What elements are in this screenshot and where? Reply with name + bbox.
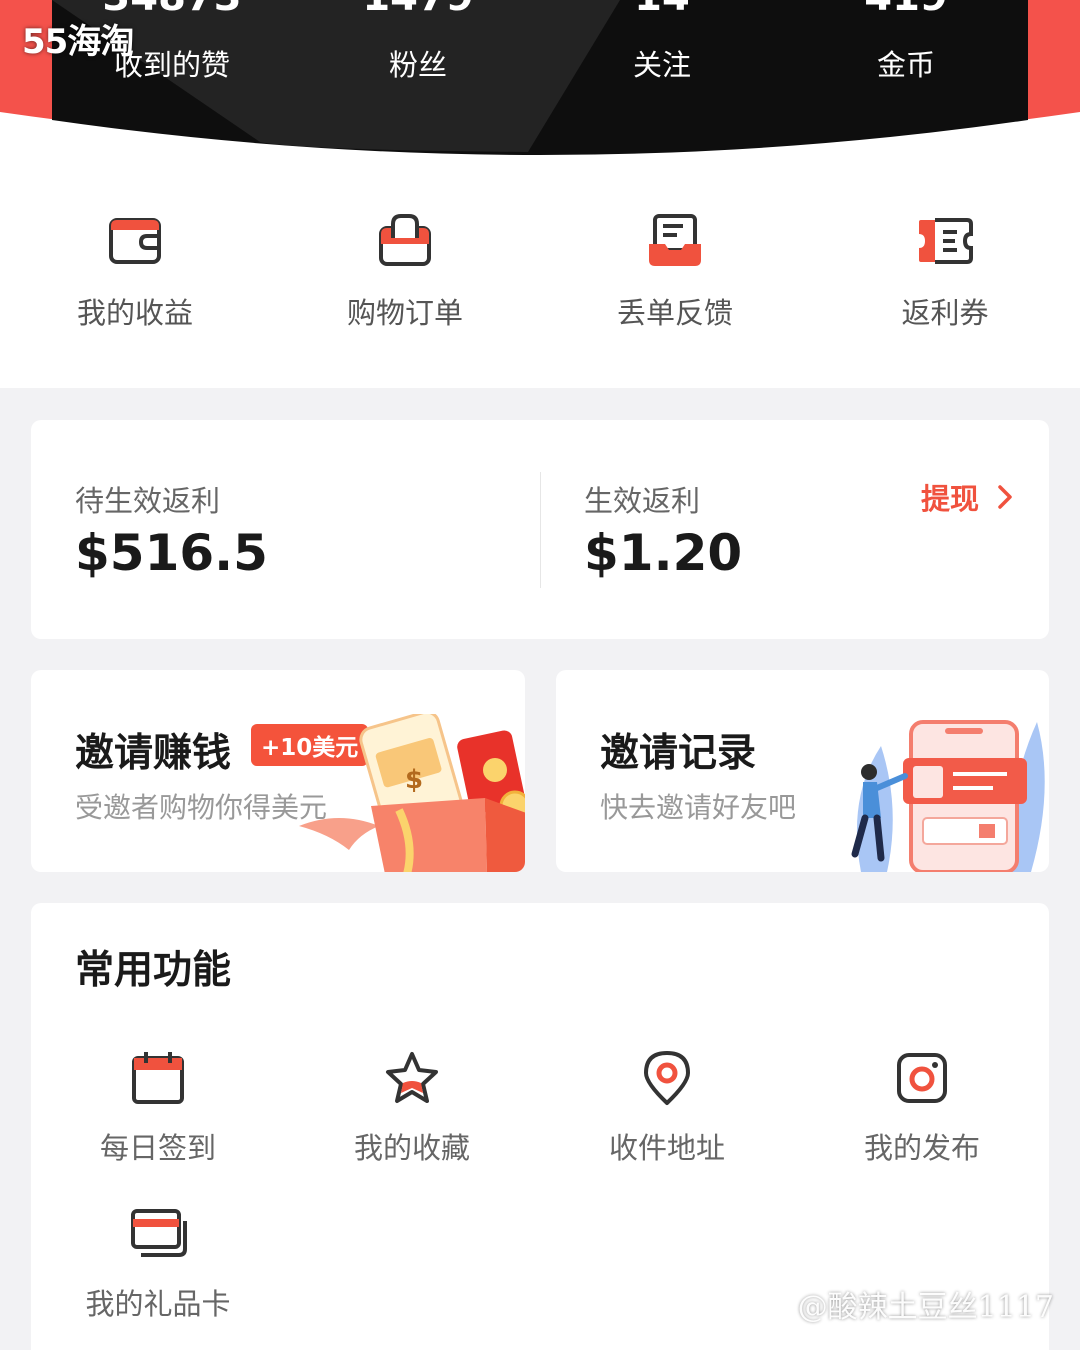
chevron-right-icon xyxy=(998,485,1012,509)
func-my-posts[interactable]: 我的发布 xyxy=(822,1049,1022,1167)
stat-following-label: 关注 xyxy=(632,48,691,82)
func-daily-checkin[interactable]: 每日签到 xyxy=(58,1049,258,1167)
invite-earn-card[interactable]: 邀请赚钱 +10美元 受邀者购物你得美元 $ xyxy=(31,670,525,872)
record-subtitle: 快去邀请好友吧 xyxy=(600,791,797,824)
rebate-divider xyxy=(540,472,541,588)
gift-phone-illustration: $ xyxy=(299,714,525,872)
calendar-icon xyxy=(132,1052,184,1104)
effective-rebate-label: 生效返利 xyxy=(584,484,701,518)
gift-card-icon xyxy=(131,1209,187,1257)
wallet-icon xyxy=(109,218,161,264)
quick-lost-order-feedback-label: 丢单反馈 xyxy=(616,296,733,330)
common-functions-title: 常用功能 xyxy=(75,948,232,993)
func-my-favorites-label: 我的收藏 xyxy=(353,1131,470,1165)
quick-shopping-orders[interactable]: 购物订单 xyxy=(295,210,515,332)
pending-rebate-label: 待生效返利 xyxy=(75,484,221,518)
stat-likes-label: 收到的赞 xyxy=(113,48,230,82)
record-title: 邀请记录 xyxy=(600,731,757,776)
user-watermark: @酸辣土豆丝1117 xyxy=(797,1290,1054,1325)
quick-rebate-coupons[interactable]: 返利券 xyxy=(835,210,1055,332)
stat-fans-value: 1479 xyxy=(318,0,518,20)
stat-fans-label: 粉丝 xyxy=(388,48,447,82)
quick-rebate-coupons-label: 返利券 xyxy=(901,296,989,330)
quick-lost-order-feedback[interactable]: 丢单反馈 xyxy=(565,210,785,332)
effective-rebate-value: $1.20 xyxy=(584,524,743,582)
withdraw-button[interactable]: 提现 xyxy=(921,476,1013,518)
shopping-bag-icon xyxy=(379,214,431,266)
withdraw-label: 提现 xyxy=(920,482,979,516)
camera-icon xyxy=(897,1053,947,1103)
stat-likes-value: 34873 xyxy=(72,0,272,20)
stat-coins-label: 金币 xyxy=(876,48,935,82)
func-my-favorites[interactable]: 我的收藏 xyxy=(312,1049,512,1167)
invite-record-illustration xyxy=(851,720,1045,872)
feedback-inbox-icon xyxy=(649,214,701,266)
svg-text:$: $ xyxy=(405,765,423,795)
stat-following-value: 14 xyxy=(562,0,762,20)
pending-rebate-value: $516.5 xyxy=(75,524,268,582)
quick-my-earnings-label: 我的收益 xyxy=(76,296,193,330)
invite-record-card[interactable]: 邀请记录 快去邀请好友吧 xyxy=(556,670,1049,872)
stat-coins-value: 419 xyxy=(806,0,1006,20)
coupon-icon xyxy=(919,218,973,264)
func-my-posts-label: 我的发布 xyxy=(863,1131,980,1165)
quick-actions: 我的收益 购物订单 丢单反馈 返利券 xyxy=(0,160,1080,388)
quick-shopping-orders-label: 购物订单 xyxy=(346,296,463,330)
invite-title: 邀请赚钱 xyxy=(75,731,232,776)
func-daily-checkin-label: 每日签到 xyxy=(99,1131,216,1165)
func-my-gift-cards-label: 我的礼品卡 xyxy=(85,1287,231,1321)
func-my-gift-cards[interactable]: 我的礼品卡 xyxy=(58,1205,258,1323)
profile-stats-header: 55海淘 34873 收到的赞 1479 粉丝 14 关注 419 金币 xyxy=(0,0,1080,160)
rebate-summary-card: 待生效返利 $516.5 生效返利 $1.20 提现 xyxy=(31,420,1049,639)
location-pin-icon xyxy=(644,1051,690,1105)
func-shipping-address-label: 收件地址 xyxy=(608,1131,725,1165)
func-shipping-address[interactable]: 收件地址 xyxy=(567,1049,767,1167)
quick-my-earnings[interactable]: 我的收益 xyxy=(25,210,245,332)
star-icon xyxy=(386,1052,438,1103)
